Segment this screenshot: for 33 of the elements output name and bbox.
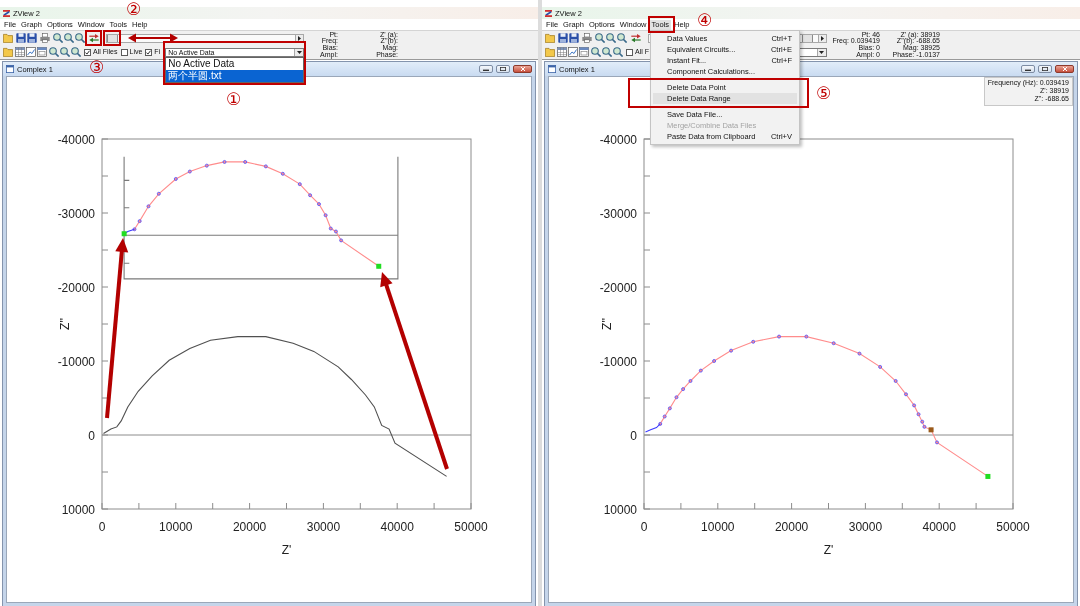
- tick-label: -40000: [57, 132, 95, 147]
- tick-label: -20000: [599, 280, 637, 295]
- tick-label: 40000: [380, 520, 414, 534]
- tick-label: -10000: [599, 354, 637, 369]
- tick-label: -30000: [57, 206, 95, 221]
- step-number: ①: [226, 90, 242, 108]
- tick-label: 20000: [774, 520, 809, 534]
- tick-label: 0: [640, 520, 648, 534]
- tick-label: 50000: [454, 520, 488, 534]
- tick-label: -20000: [57, 280, 95, 295]
- tick-label: -10000: [57, 354, 95, 369]
- tick-label: 0: [98, 520, 106, 534]
- step-number: ②: [126, 0, 142, 18]
- axis-title: Z': [823, 543, 834, 557]
- tick-label: 10000: [61, 502, 95, 517]
- tick-label: 30000: [848, 520, 883, 534]
- tick-label: 0: [88, 428, 95, 443]
- step-number: ③: [89, 58, 105, 76]
- axis-title: Z'': [600, 318, 614, 330]
- tick-label: 10000: [159, 520, 193, 534]
- step-number: ④: [697, 11, 713, 29]
- tick-label: 40000: [922, 520, 956, 534]
- tick-label: 50000: [996, 520, 1030, 534]
- tick-label: -30000: [599, 206, 637, 221]
- tick-label: 20000: [232, 520, 267, 534]
- tick-label: 10000: [701, 520, 735, 534]
- step-number: ⑤: [816, 84, 832, 102]
- tick-label: 10000: [603, 502, 637, 517]
- tick-label: -40000: [599, 132, 637, 147]
- tick-label: 30000: [306, 520, 341, 534]
- axis-title: Z'': [58, 318, 72, 330]
- tick-label: 0: [630, 428, 637, 443]
- axis-title: Z': [281, 543, 292, 557]
